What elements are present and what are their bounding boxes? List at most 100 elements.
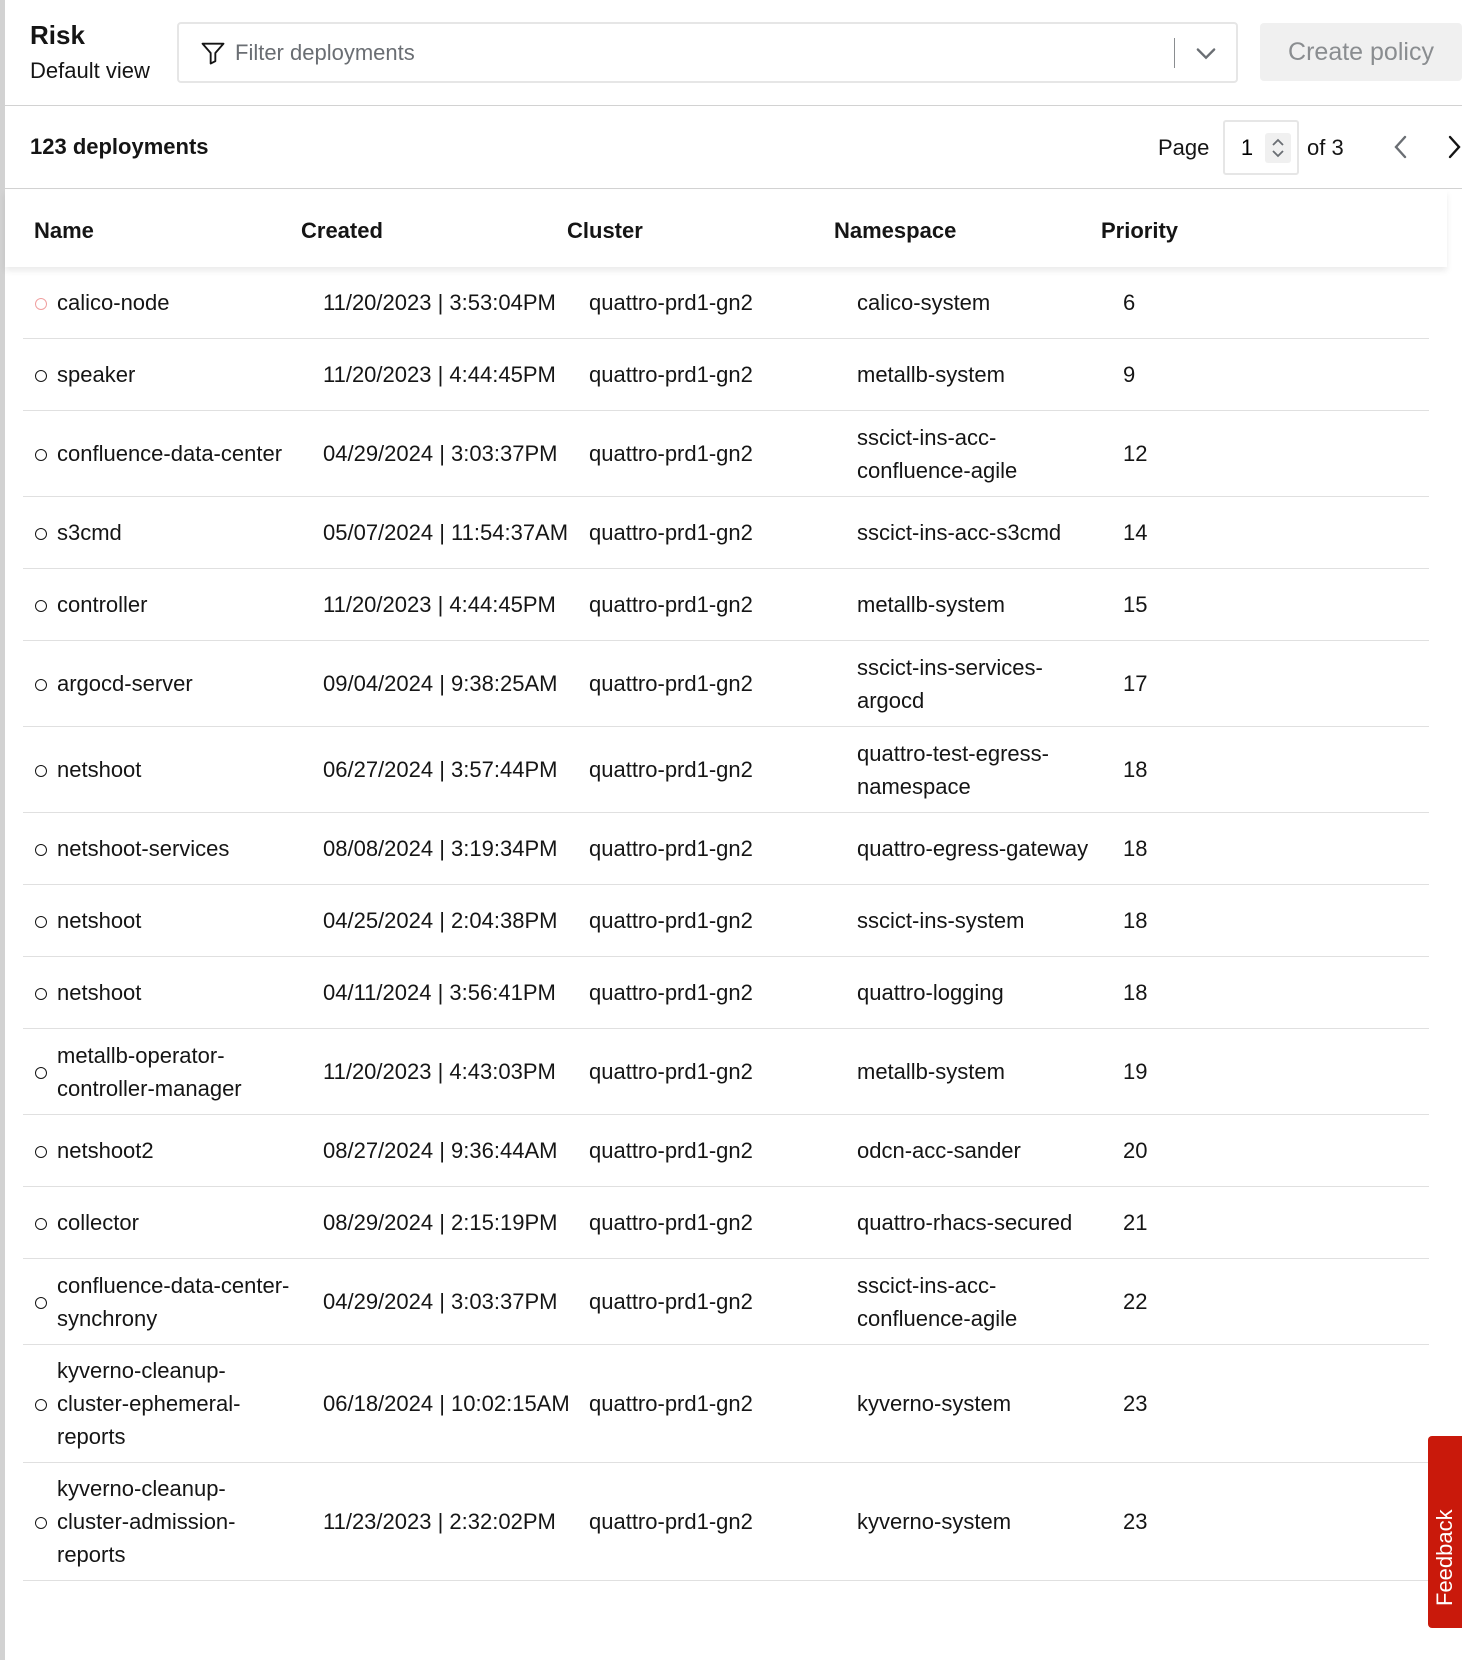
cluster-name: quattro-prd1-gn2 <box>589 1210 753 1235</box>
created-date: 06/27/2024 | 3:57:44PM <box>323 757 558 782</box>
view-subtitle: Default view <box>30 58 150 83</box>
status-circle-icon <box>35 448 47 461</box>
priority-value: 21 <box>1123 1210 1148 1235</box>
status-circle-icon <box>35 527 47 540</box>
priority-value: 9 <box>1123 362 1136 387</box>
table-row[interactable]: speaker 11/20/2023 | 4:44:45PM quattro-p… <box>23 339 1429 411</box>
status-circle-icon <box>35 678 47 691</box>
table-row[interactable]: metallb-operator-controller-manager 11/2… <box>23 1029 1429 1115</box>
deployment-name[interactable]: s3cmd <box>57 497 307 568</box>
created-date: 11/23/2023 | 2:32:02PM <box>323 1509 556 1534</box>
deployment-name[interactable]: argocd-server <box>57 641 307 726</box>
priority-value: 20 <box>1123 1138 1148 1163</box>
status-circle-icon <box>35 1296 47 1309</box>
namespace-name: calico-system <box>857 290 991 315</box>
priority-value: 23 <box>1123 1509 1148 1534</box>
page-number-field[interactable] <box>1223 120 1299 175</box>
table-toolbar: 123 deployments Page of 3 <box>5 106 1462 189</box>
status-circle-icon <box>35 915 47 928</box>
deployment-name[interactable]: kyverno-cleanup-cluster-ephemeral-report… <box>57 1345 257 1462</box>
namespace-name: kyverno-system <box>857 1391 1012 1416</box>
column-header-name[interactable]: Name <box>34 218 94 244</box>
page-label: Page <box>1158 135 1210 160</box>
deployment-name[interactable]: netshoot-services <box>57 813 307 884</box>
created-date: 05/07/2024 | 11:54:37AM <box>323 520 569 545</box>
table-row[interactable]: calico-node 11/20/2023 | 3:53:04PM quatt… <box>23 267 1429 339</box>
cluster-name: quattro-prd1-gn2 <box>589 836 753 861</box>
created-date: 09/04/2024 | 9:38:25AM <box>323 671 558 696</box>
deployment-name[interactable]: calico-node <box>57 267 307 338</box>
namespace-name: sscict-ins-acc-confluence-agile <box>857 1272 1018 1331</box>
table-row[interactable]: s3cmd 05/07/2024 | 11:54:37AM quattro-pr… <box>23 497 1429 569</box>
namespace-name: metallb-system <box>857 1059 1005 1084</box>
created-date: 11/20/2023 | 4:44:45PM <box>323 362 556 387</box>
page-title: Risk <box>30 20 85 50</box>
table-row[interactable]: netshoot 04/25/2024 | 2:04:38PM quattro-… <box>23 885 1429 957</box>
priority-value: 19 <box>1123 1059 1148 1084</box>
previous-page-icon[interactable] <box>1388 132 1414 162</box>
table-row[interactable]: kyverno-cleanup-cluster-ephemeral-report… <box>23 1345 1429 1463</box>
feedback-button[interactable]: Feedback <box>1428 1436 1462 1628</box>
namespace-name: sscict-ins-services-argocd <box>857 654 1043 713</box>
next-page-icon[interactable] <box>1443 132 1462 162</box>
table-row[interactable]: netshoot 06/27/2024 | 3:57:44PM quattro-… <box>23 727 1429 813</box>
status-circle-icon <box>35 297 47 310</box>
status-circle-icon <box>35 987 47 1000</box>
status-circle-icon <box>35 1066 47 1079</box>
deployment-name[interactable]: netshoot <box>57 727 307 812</box>
status-circle-icon <box>35 843 47 856</box>
cluster-name: quattro-prd1-gn2 <box>589 362 753 387</box>
table-row[interactable]: netshoot 04/11/2024 | 3:56:41PM quattro-… <box>23 957 1429 1029</box>
deployment-name[interactable]: netshoot2 <box>57 1115 307 1186</box>
priority-value: 18 <box>1123 836 1148 861</box>
deployment-name[interactable]: confluence-data-center-synchrony <box>57 1259 307 1344</box>
column-header-namespace[interactable]: Namespace <box>834 218 956 244</box>
deployment-name[interactable]: confluence-data-center <box>57 411 307 496</box>
created-date: 04/29/2024 | 3:03:37PM <box>323 441 558 466</box>
deployment-name[interactable]: controller <box>57 569 307 640</box>
status-circle-icon <box>35 599 47 612</box>
table-row[interactable]: kyverno-cleanup-cluster-admission-report… <box>23 1463 1429 1581</box>
column-header-cluster[interactable]: Cluster <box>567 218 643 244</box>
table-row[interactable]: argocd-server 09/04/2024 | 9:38:25AM qua… <box>23 641 1429 727</box>
namespace-name: metallb-system <box>857 362 1005 387</box>
table-row[interactable]: netshoot2 08/27/2024 | 9:36:44AM quattro… <box>23 1115 1429 1187</box>
deployment-name[interactable]: kyverno-cleanup-cluster-admission-report… <box>57 1463 257 1580</box>
table-row[interactable]: netshoot-services 08/08/2024 | 3:19:34PM… <box>23 813 1429 885</box>
chevron-down-icon[interactable] <box>1191 39 1221 67</box>
deployment-count: 123 deployments <box>30 134 209 159</box>
feedback-label: Feedback <box>1432 1509 1457 1606</box>
filter-icon <box>201 42 225 65</box>
column-header-created[interactable]: Created <box>301 218 383 244</box>
priority-value: 23 <box>1123 1391 1148 1416</box>
deployment-name[interactable]: netshoot <box>57 885 307 956</box>
table-row[interactable]: controller 11/20/2023 | 4:44:45PM quattr… <box>23 569 1429 641</box>
create-policy-button[interactable]: Create policy <box>1260 23 1462 81</box>
cluster-name: quattro-prd1-gn2 <box>589 1509 753 1534</box>
namespace-name: kyverno-system <box>857 1509 1012 1534</box>
deployment-name[interactable]: collector <box>57 1187 307 1258</box>
page-total: of 3 <box>1307 135 1344 160</box>
created-date: 11/20/2023 | 3:53:04PM <box>323 290 556 315</box>
namespace-name: quattro-rhacs-secured <box>857 1210 1073 1235</box>
deployment-name[interactable]: metallb-operator-controller-manager <box>57 1029 307 1114</box>
page-input[interactable] <box>1235 134 1259 162</box>
created-date: 08/27/2024 | 9:36:44AM <box>323 1138 558 1163</box>
table-row[interactable]: confluence-data-center 04/29/2024 | 3:03… <box>23 411 1429 497</box>
column-header-priority[interactable]: Priority <box>1101 218 1178 244</box>
deployment-name[interactable]: netshoot <box>57 957 307 1028</box>
table-row[interactable]: confluence-data-center-synchrony 04/29/2… <box>23 1259 1429 1345</box>
status-circle-icon <box>35 1398 47 1411</box>
stepper-icon[interactable] <box>1265 133 1291 163</box>
filter-bar[interactable] <box>177 22 1238 83</box>
cluster-name: quattro-prd1-gn2 <box>589 757 753 782</box>
scroll-fade <box>5 1600 1005 1660</box>
deployment-name[interactable]: speaker <box>57 339 307 410</box>
cluster-name: quattro-prd1-gn2 <box>589 980 753 1005</box>
namespace-name: sscict-ins-system <box>857 908 1025 933</box>
filter-input[interactable] <box>235 36 1135 70</box>
page-header: Risk Default view Create policy <box>5 0 1462 106</box>
namespace-name: sscict-ins-acc-confluence-agile <box>857 424 1018 483</box>
namespace-name: odcn-acc-sander <box>857 1138 1021 1163</box>
table-row[interactable]: collector 08/29/2024 | 2:15:19PM quattro… <box>23 1187 1429 1259</box>
